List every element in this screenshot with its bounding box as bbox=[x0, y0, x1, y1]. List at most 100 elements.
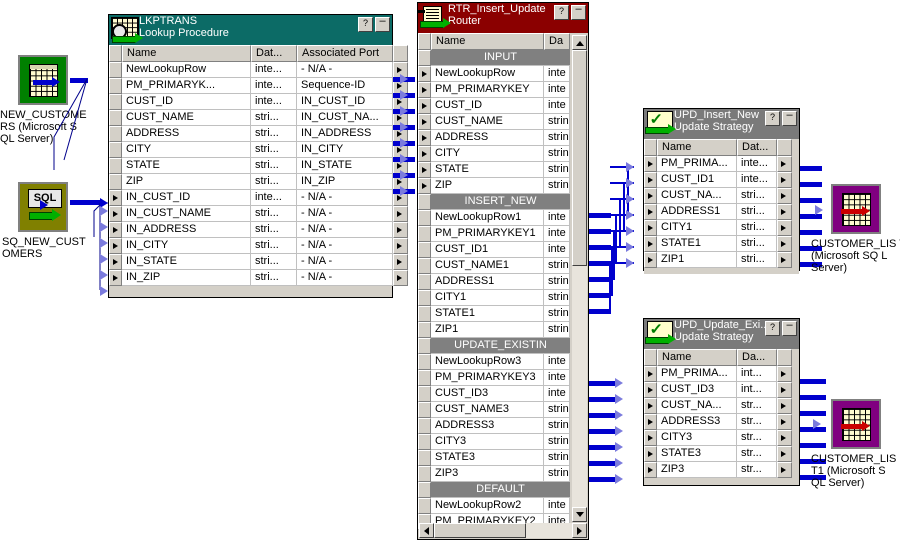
port-cell[interactable]: inte bbox=[544, 386, 570, 402]
port-cell[interactable]: stri... bbox=[251, 270, 297, 286]
port-cell[interactable]: ZIP1 bbox=[657, 252, 737, 268]
row-output-arrow-icon[interactable] bbox=[777, 252, 792, 268]
port-cell[interactable]: IN_CUST_NA... bbox=[297, 110, 393, 126]
port-cell[interactable]: CITY bbox=[122, 142, 251, 158]
port-cell[interactable]: - N/A - bbox=[297, 238, 393, 254]
port-cell[interactable]: inte... bbox=[251, 190, 297, 206]
port-cell[interactable]: inte bbox=[544, 370, 570, 386]
port-row[interactable]: CUST_NAME1 strin bbox=[418, 258, 588, 274]
port-row[interactable]: IN_CUST_ID inte... - N/A - bbox=[109, 190, 408, 206]
port-cell[interactable]: PM_PRIMARYK... bbox=[122, 78, 251, 94]
port-cell[interactable]: - N/A - bbox=[297, 222, 393, 238]
port-cell[interactable]: STATE bbox=[431, 162, 544, 178]
port-cell[interactable]: stri... bbox=[737, 188, 777, 204]
row-input-arrow-icon[interactable] bbox=[418, 66, 431, 82]
port-row[interactable]: STATE3 str... bbox=[644, 446, 799, 462]
port-cell[interactable]: IN_ADDRESS bbox=[297, 126, 393, 142]
port-cell[interactable]: stri... bbox=[251, 174, 297, 190]
row-input-arrow-icon[interactable] bbox=[109, 270, 122, 286]
port-cell[interactable]: strin bbox=[544, 274, 570, 290]
port-cell[interactable]: NewLookupRow1 bbox=[431, 210, 544, 226]
row-input-arrow-icon[interactable] bbox=[644, 462, 657, 478]
port-cell[interactable]: stri... bbox=[251, 158, 297, 174]
row-input-arrow-icon[interactable] bbox=[644, 220, 657, 236]
port-row[interactable]: CUST_NA... stri... bbox=[644, 188, 799, 204]
row-input-arrow-icon[interactable] bbox=[644, 236, 657, 252]
lookup-titlebar[interactable]: LKPTRANS Lookup Procedure ? – bbox=[109, 15, 392, 45]
router-horizontal-scrollbar[interactable] bbox=[419, 523, 587, 538]
row-input-arrow-icon[interactable] bbox=[644, 188, 657, 204]
lookup-help-button[interactable]: ? bbox=[358, 17, 373, 32]
port-cell[interactable]: strin bbox=[544, 178, 570, 194]
port-row[interactable]: CUST_NA... str... bbox=[644, 398, 799, 414]
row-output-arrow-icon[interactable] bbox=[777, 382, 792, 398]
row-output-arrow-icon[interactable] bbox=[393, 238, 408, 254]
row-input-arrow-icon[interactable] bbox=[418, 114, 431, 130]
port-row[interactable]: CUST_ID inte... IN_CUST_ID bbox=[109, 94, 408, 110]
port-cell[interactable]: CUST_ID3 bbox=[657, 382, 737, 398]
column-header-name[interactable]: Name bbox=[657, 139, 737, 156]
port-row[interactable]: NewLookupRow2 inte bbox=[418, 498, 588, 514]
port-row[interactable]: PM_PRIMA... int... bbox=[644, 366, 799, 382]
port-cell[interactable]: NewLookupRow2 bbox=[431, 498, 544, 514]
port-cell[interactable]: PM_PRIMARYKEY3 bbox=[431, 370, 544, 386]
port-cell[interactable]: CUST_NA... bbox=[657, 188, 737, 204]
port-cell[interactable]: inte bbox=[544, 498, 570, 514]
port-row[interactable]: ADDRESS1 strin bbox=[418, 274, 588, 290]
port-cell[interactable]: CUST_ID bbox=[431, 98, 544, 114]
router-titlebar[interactable]: RTR_Insert_Update Router ? – bbox=[417, 3, 588, 33]
port-cell[interactable]: str... bbox=[737, 430, 777, 446]
port-cell[interactable]: IN_CITY bbox=[297, 142, 393, 158]
port-cell[interactable]: IN_CUST_ID bbox=[297, 94, 393, 110]
column-header-name[interactable]: Name bbox=[431, 33, 544, 50]
port-row[interactable]: PM_PRIMARYKEY1 inte bbox=[418, 226, 588, 242]
port-row[interactable]: PM_PRIMARYKEY inte bbox=[418, 82, 588, 98]
port-cell[interactable]: CUST_ID1 bbox=[657, 172, 737, 188]
port-cell[interactable]: NewLookupRow bbox=[431, 66, 544, 82]
port-cell[interactable]: ZIP bbox=[122, 174, 251, 190]
scroll-right-button[interactable] bbox=[572, 523, 587, 538]
row-output-arrow-icon[interactable] bbox=[777, 414, 792, 430]
port-cell[interactable]: - N/A - bbox=[297, 254, 393, 270]
router-minimize-button[interactable]: – bbox=[571, 4, 586, 20]
upd-update-existing-window[interactable]: ✓ UPD_Update_Exi... Update Strategy ? – … bbox=[643, 318, 800, 486]
row-input-arrow-icon[interactable] bbox=[644, 156, 657, 172]
port-row[interactable]: IN_STATE stri... - N/A - bbox=[109, 254, 408, 270]
port-cell[interactable]: stri... bbox=[251, 142, 297, 158]
port-cell[interactable]: inte... bbox=[737, 156, 777, 172]
router-port-grid[interactable]: Name Da INPUT NewLookupRow inte PM_PRIMARYKEY… bbox=[418, 33, 588, 530]
row-input-arrow-icon[interactable] bbox=[109, 222, 122, 238]
source-new-customers[interactable]: NEW_CUSTOME RS (Microsoft S QL Server) bbox=[0, 55, 87, 145]
port-row[interactable]: CUST_ID3 inte bbox=[418, 386, 588, 402]
port-row[interactable]: STATE1 stri... bbox=[644, 236, 799, 252]
port-cell[interactable]: CITY1 bbox=[657, 220, 737, 236]
port-cell[interactable]: PM_PRIMA... bbox=[657, 156, 737, 172]
port-cell[interactable]: - N/A - bbox=[297, 62, 393, 78]
port-cell[interactable]: inte... bbox=[251, 62, 297, 78]
row-output-arrow-icon[interactable] bbox=[777, 156, 792, 172]
port-cell[interactable]: stri... bbox=[737, 220, 777, 236]
port-row[interactable]: ADDRESS1 stri... bbox=[644, 204, 799, 220]
port-row[interactable]: CITY1 stri... bbox=[644, 220, 799, 236]
lookup-minimize-button[interactable]: – bbox=[375, 16, 390, 32]
row-input-arrow-icon[interactable] bbox=[644, 430, 657, 446]
row-output-arrow-icon[interactable] bbox=[393, 254, 408, 270]
port-row[interactable]: NewLookupRow3 inte bbox=[418, 354, 588, 370]
port-cell[interactable]: strin bbox=[544, 146, 570, 162]
scroll-up-button[interactable] bbox=[572, 35, 587, 50]
port-row[interactable]: NewLookupRow inte... - N/A - bbox=[109, 62, 408, 78]
port-cell[interactable]: inte... bbox=[251, 78, 297, 94]
port-row[interactable]: PM_PRIMARYKEY3 inte bbox=[418, 370, 588, 386]
upd-insert-titlebar[interactable]: ✓ UPD_Insert_New Update Strategy ? – bbox=[644, 109, 799, 139]
port-cell[interactable]: stri... bbox=[251, 206, 297, 222]
port-row[interactable]: CUST_ID1 inte bbox=[418, 242, 588, 258]
port-cell[interactable]: CITY1 bbox=[431, 290, 544, 306]
port-cell[interactable]: inte bbox=[544, 226, 570, 242]
target-customer-list[interactable]: CUSTOMER_LIS T (Microsoft SQ L Server) bbox=[811, 184, 900, 274]
port-row[interactable]: NewLookupRow inte bbox=[418, 66, 588, 82]
port-cell[interactable]: inte bbox=[544, 82, 570, 98]
port-row[interactable]: ZIP1 strin bbox=[418, 322, 588, 338]
port-cell[interactable]: ADDRESS1 bbox=[431, 274, 544, 290]
port-row[interactable]: CITY3 strin bbox=[418, 434, 588, 450]
column-header-name[interactable]: Name bbox=[122, 45, 251, 62]
